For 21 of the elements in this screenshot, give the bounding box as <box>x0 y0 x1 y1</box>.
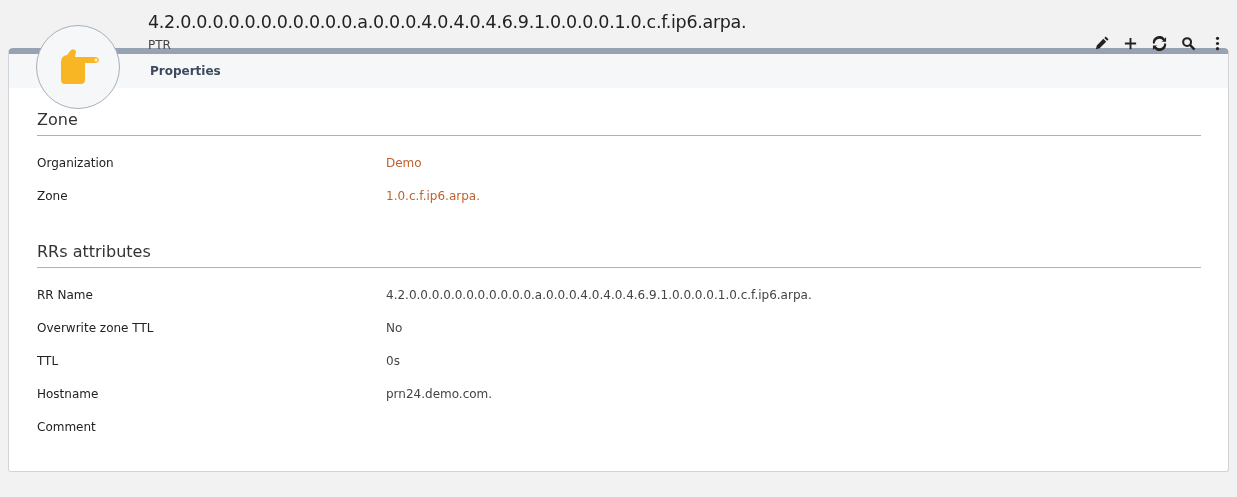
field-link[interactable]: 1.0.c.f.ip6.arpa. <box>386 188 1201 203</box>
field-value: prn24.demo.com. <box>386 386 494 401</box>
refresh-icon[interactable] <box>1152 36 1167 51</box>
field-label: Hostname <box>37 386 100 401</box>
field-label: Organization <box>37 155 115 170</box>
field-link[interactable]: Demo <box>386 155 1201 170</box>
field-label: TTL <box>37 353 60 368</box>
record-title: 4.2.0.0.0.0.0.0.0.0.0.0.0.a.0.0.0.4.0.4.0.4.6.9.1.0.0.0.0.1.0.c.f.ip6.arpa. <box>148 12 748 32</box>
record-type: PTR <box>148 38 172 52</box>
properties-tab[interactable]: Properties <box>149 54 222 88</box>
field-value: 4.2.0.0.0.0.0.0.0.0.0.0.0.a.0.0.0.4.0.4.0.4.6.9.1.0.0.0.0.1.0.c.f.ip6.arpa. <box>386 287 813 302</box>
field-label: Overwrite zone TTL <box>37 320 155 335</box>
field-label: Comment <box>37 419 97 434</box>
field-value: No <box>386 320 404 335</box>
field-value: 0s <box>386 353 401 368</box>
search-icon[interactable] <box>1181 36 1196 51</box>
field-label: RR Name <box>37 287 94 302</box>
section-title: RRs attributes <box>37 242 1201 268</box>
section-title: Zone <box>37 110 1201 136</box>
pencil-icon[interactable] <box>1094 36 1109 51</box>
field-label: Zone <box>37 188 69 203</box>
